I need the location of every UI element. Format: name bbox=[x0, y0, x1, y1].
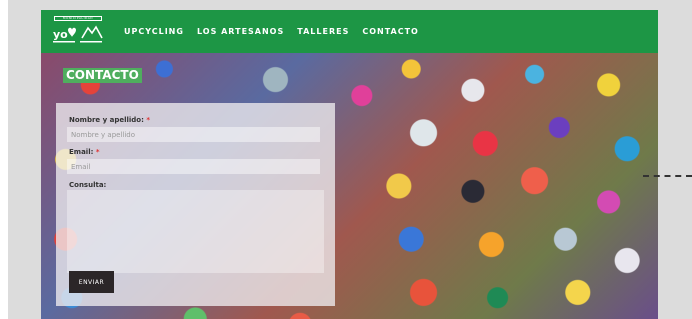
nav-talleres[interactable]: TALLERES bbox=[297, 27, 349, 36]
email-label-text: Email: bbox=[69, 148, 94, 156]
hero-background-image: CONTACTO Nombre y apellido: * Email: * C… bbox=[41, 53, 658, 319]
nav-contacto[interactable]: CONTACTO bbox=[362, 27, 419, 36]
nav-los-artesanos[interactable]: LOS ARTESANOS bbox=[197, 27, 284, 36]
name-label-text: Nombre y apellido: bbox=[69, 116, 144, 124]
send-button[interactable]: ENVIAR bbox=[69, 271, 114, 293]
email-input[interactable] bbox=[67, 159, 320, 174]
top-navbar: MUNICIPALIDAD yo UPCYCLING LOS ARTESANOS… bbox=[41, 10, 658, 53]
page-title: CONTACTO bbox=[63, 68, 142, 83]
logo-graphic-icon: yo bbox=[53, 25, 103, 43]
municipality-logo[interactable]: MUNICIPALIDAD yo bbox=[52, 14, 104, 48]
logo-top-text: MUNICIPALIDAD bbox=[54, 16, 102, 21]
message-textarea[interactable] bbox=[67, 190, 324, 273]
nav-upcycling[interactable]: UPCYCLING bbox=[124, 27, 184, 36]
email-label: Email: * bbox=[69, 148, 100, 156]
message-label: Consulta: bbox=[69, 181, 107, 189]
name-input[interactable] bbox=[67, 127, 320, 142]
contact-form: Nombre y apellido: * Email: * Consulta: … bbox=[56, 103, 335, 306]
website: MUNICIPALIDAD yo UPCYCLING LOS ARTESANOS… bbox=[41, 10, 658, 319]
dashed-divider bbox=[643, 175, 692, 177]
svg-text:yo: yo bbox=[53, 28, 68, 41]
required-marker: * bbox=[146, 116, 151, 124]
name-label: Nombre y apellido: * bbox=[69, 116, 150, 124]
required-marker: * bbox=[95, 148, 100, 156]
main-nav: UPCYCLING LOS ARTESANOS TALLERES CONTACT… bbox=[124, 10, 419, 53]
